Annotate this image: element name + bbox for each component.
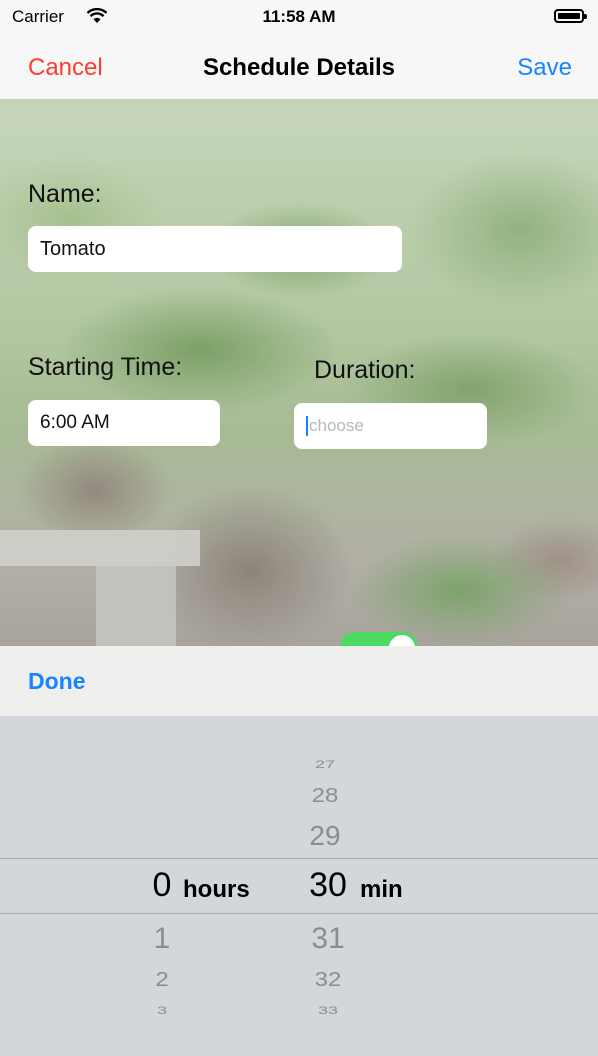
status-bar: Carrier 11:58 AM [0,0,598,34]
name-label: Name: [28,180,102,208]
minutes-option[interactable]: 33 [300,1004,356,1017]
hours-option[interactable]: 3 [140,1004,184,1017]
name-field[interactable]: Tomato [28,226,402,272]
duration-picker[interactable]: 0 hours 1 2 3 27 28 29 30 min 31 32 33 [0,716,598,1056]
picker-toolbar: Done [0,646,598,716]
name-value: Tomato [40,237,106,260]
minutes-option[interactable]: 32 [300,968,356,992]
minutes-unit-label: min [360,876,403,903]
minutes-selected-value[interactable]: 30 [300,866,356,905]
picker-selection-bottom-line [0,913,598,914]
minutes-option[interactable]: 27 [300,758,350,771]
save-button[interactable]: Save [517,54,572,82]
done-button[interactable]: Done [28,668,86,695]
picker-selection-top-line [0,858,598,859]
minutes-option[interactable]: 29 [300,820,350,852]
duration-placeholder: choose [309,416,364,435]
status-time: 11:58 AM [262,7,336,26]
battery-icon [554,9,587,23]
starting-time-label: Starting Time: [28,353,183,381]
hours-unit-label: hours [183,876,250,903]
minutes-option[interactable]: 31 [300,922,356,956]
hours-selected-value[interactable]: 0 [140,866,184,905]
duration-field[interactable]: choose [294,403,487,449]
starting-time-field[interactable]: 6:00 AM [28,400,220,446]
navigation-bar: Cancel Schedule Details Save [0,34,598,100]
minutes-option[interactable]: 28 [300,784,350,808]
hours-option[interactable]: 2 [140,968,184,992]
repeat-toggle[interactable] [340,632,418,646]
page-title: Schedule Details [202,54,396,81]
starting-time-value: 6:00 AM [40,412,110,433]
duration-label: Duration: [314,356,416,384]
schedule-form: Name: Tomato Starting Time: 6:00 AM Dura… [0,100,598,646]
text-cursor [306,416,308,436]
background-stone-bench [0,530,200,566]
hours-option[interactable]: 1 [140,922,184,956]
background-stone-leg [96,566,176,646]
